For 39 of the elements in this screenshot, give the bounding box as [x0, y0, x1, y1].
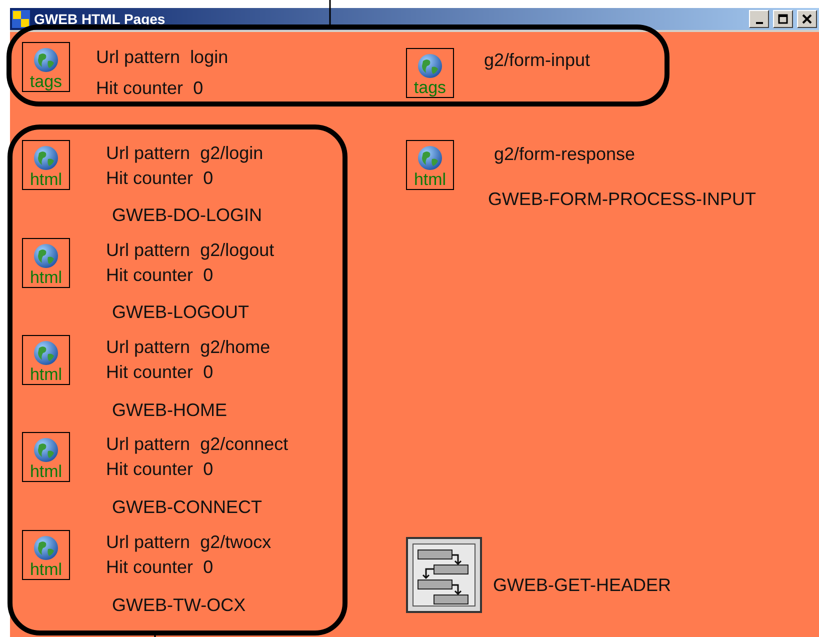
- minimize-button[interactable]: [749, 10, 769, 28]
- page-icon[interactable]: tags: [22, 42, 70, 92]
- page-icon[interactable]: html: [22, 335, 70, 385]
- page-attributes: Url pattern g2/logout Hit counter 0: [106, 239, 274, 287]
- page-attributes: Url pattern g2/connect Hit counter 0: [106, 433, 288, 481]
- procedure-name: GWEB-GET-HEADER: [493, 575, 672, 596]
- page-name: GWEB-HOME: [112, 400, 227, 421]
- globe-icon: [417, 53, 443, 79]
- page-icon[interactable]: html: [406, 140, 454, 190]
- globe-icon: [33, 243, 59, 269]
- url-pattern: g2/form-input: [484, 49, 590, 72]
- url-pattern: g2/form-response: [494, 143, 636, 166]
- page-attributes: Url pattern g2/home Hit counter 0: [106, 336, 270, 384]
- maximize-button[interactable]: [773, 10, 793, 28]
- globe-icon: [33, 145, 59, 171]
- page-icon[interactable]: html: [22, 238, 70, 288]
- procedure-icon[interactable]: [406, 537, 482, 613]
- page-attributes: Url pattern login Hit counter 0: [96, 46, 228, 100]
- page-name: GWEB-LOGOUT: [112, 302, 250, 323]
- page-icon[interactable]: tags: [406, 48, 454, 98]
- close-icon: [801, 13, 813, 25]
- page-icon[interactable]: html: [22, 140, 70, 190]
- globe-icon: [33, 535, 59, 561]
- page-name: GWEB-TW-OCX: [112, 595, 246, 616]
- page-icon[interactable]: html: [22, 432, 70, 482]
- globe-icon: [33, 437, 59, 463]
- app-icon: [12, 10, 30, 28]
- page-attributes: Url pattern g2/twocx Hit counter 0: [106, 531, 272, 579]
- page-name: GWEB-CONNECT: [112, 497, 262, 518]
- maximize-icon: [777, 13, 789, 25]
- close-button[interactable]: [797, 10, 817, 28]
- page-attributes: Url pattern g2/login Hit counter 0: [106, 142, 264, 190]
- page-name: GWEB-DO-LOGIN: [112, 205, 262, 226]
- page-name: GWEB-FORM-PROCESS-INPUT: [488, 189, 756, 210]
- globe-icon: [33, 340, 59, 366]
- globe-icon: [417, 145, 443, 171]
- globe-icon: [33, 47, 59, 73]
- page-icon[interactable]: html: [22, 530, 70, 580]
- minimize-icon: [756, 22, 762, 24]
